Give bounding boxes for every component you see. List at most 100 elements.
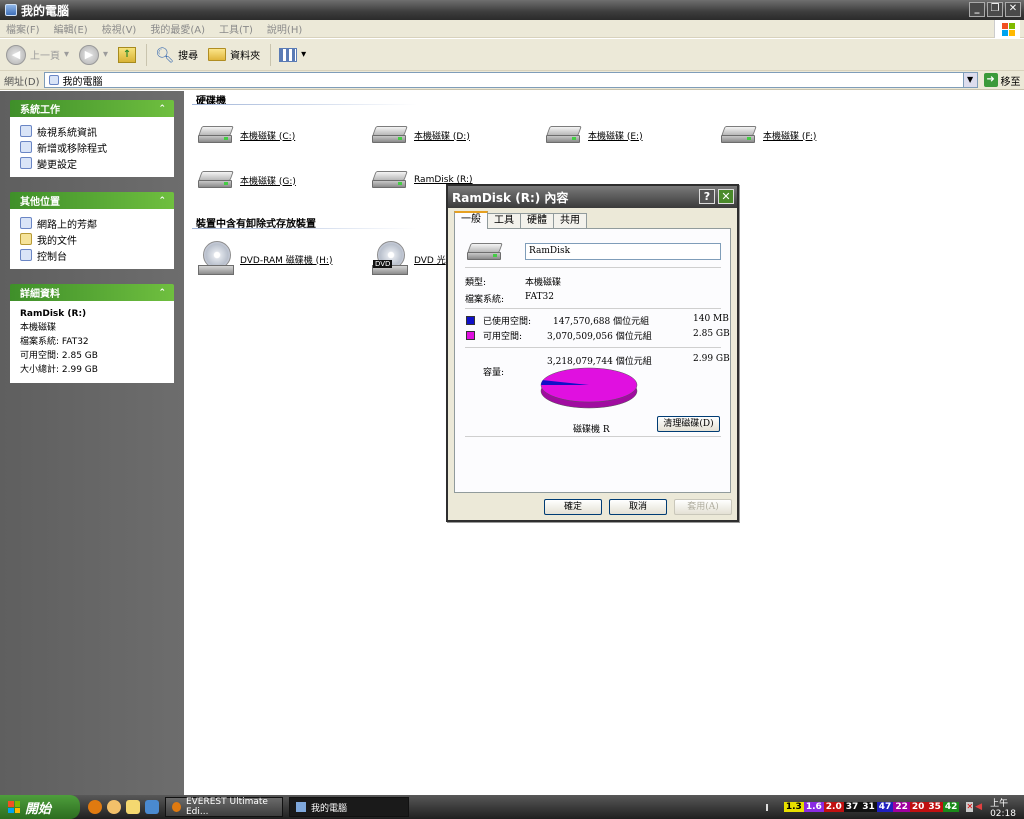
- my-computer-icon: [48, 75, 59, 85]
- menu-edit[interactable]: 編輯(E): [54, 21, 88, 36]
- drive-g[interactable]: 本機磁碟 (G:): [198, 171, 296, 189]
- free-bytes: 3,070,509,056 個位元組: [547, 332, 652, 342]
- tab-sharing[interactable]: 共用: [553, 213, 587, 229]
- forward-button[interactable]: ▶ ▾: [79, 44, 109, 65]
- taskbar-button-my-computer[interactable]: 我的電腦: [289, 797, 409, 817]
- place-my-documents[interactable]: 我的文件: [20, 231, 166, 247]
- back-button[interactable]: ◀ 上一頁 ▾: [6, 44, 69, 65]
- app-icon[interactable]: [145, 800, 159, 814]
- place-control-panel[interactable]: 控制台: [20, 247, 166, 263]
- place-network[interactable]: 網路上的芳鄰: [20, 215, 166, 231]
- minimize-button[interactable]: _: [969, 2, 985, 17]
- restore-button[interactable]: ❐: [987, 2, 1003, 17]
- folders-button[interactable]: 資料夾: [208, 47, 260, 62]
- section-divider: [192, 104, 417, 105]
- address-dropdown-icon[interactable]: ▼: [962, 73, 977, 87]
- task-add-remove-programs[interactable]: 新增或移除程式: [20, 139, 166, 155]
- folders-label: 資料夾: [230, 51, 261, 62]
- folder-icon: [208, 48, 227, 61]
- free-size: 2.85 GB: [693, 329, 730, 339]
- menu-file[interactable]: 檔案(F): [6, 21, 40, 36]
- drive-dvd[interactable]: DVD DVD 光: [372, 241, 446, 277]
- details-total: 大小總計: 2.99 GB: [20, 365, 98, 375]
- help-button[interactable]: ?: [699, 189, 715, 204]
- drive-label: 本機磁碟 (G:): [240, 176, 296, 187]
- drive-d[interactable]: 本機磁碟 (D:): [372, 126, 470, 144]
- system-tasks-header[interactable]: 系統工作 ⌃: [10, 100, 174, 117]
- drive-label: 本機磁碟 (F:): [763, 131, 817, 142]
- task-pane: 系統工作 ⌃ 檢視系統資訊 新增或移除程式 變更設定 其他位置 ⌃ 網路上的芳鄰…: [0, 91, 184, 795]
- dvd-tag: DVD: [373, 260, 393, 268]
- used-color-swatch: [466, 316, 475, 325]
- divider: [465, 347, 721, 348]
- toolbar: ◀ 上一頁 ▾ ▶ ▾ ↑ 🔍︎ 搜尋 資料夾 ▾: [0, 39, 1024, 71]
- dialog-title: RamDisk (R:) 內容: [452, 190, 569, 205]
- everest-icon: [172, 802, 181, 812]
- go-button[interactable]: ➜ 移至: [983, 73, 1021, 88]
- close-button[interactable]: ✕: [1005, 2, 1021, 17]
- dialog-close-button[interactable]: ✕: [718, 189, 734, 204]
- sensor-readout: 31: [860, 802, 877, 812]
- sensor-readout: 22: [893, 802, 910, 812]
- properties-dialog: RamDisk (R:) 內容 ? ✕ 一般 工具 硬體 共用 RamDisk …: [446, 184, 739, 522]
- menu-favorites[interactable]: 我的最愛(A): [150, 21, 205, 36]
- other-places-body: 網路上的芳鄰 我的文件 控制台: [10, 209, 174, 269]
- drive-e[interactable]: 本機磁碟 (E:): [546, 126, 643, 144]
- place-label: 網路上的芳鄰: [37, 219, 97, 231]
- menu-help[interactable]: 說明(H): [267, 21, 302, 36]
- tab-hardware[interactable]: 硬體: [520, 213, 554, 229]
- dvd-drive-icon: [198, 241, 234, 277]
- task-view-system-info[interactable]: 檢視系統資訊: [20, 123, 166, 139]
- tab-strip: 一般 工具 硬體 共用: [454, 211, 587, 229]
- window-controls: _ ❐ ✕: [969, 2, 1021, 17]
- everest-icon[interactable]: [107, 800, 121, 814]
- search-button[interactable]: 🔍︎ 搜尋: [155, 46, 198, 64]
- taskbar-button-everest[interactable]: EVEREST Ultimate Edi...: [165, 797, 283, 817]
- menu-view[interactable]: 檢視(V): [102, 21, 137, 36]
- volume-icon[interactable]: ◀: [975, 802, 982, 812]
- documents-icon: [20, 233, 32, 245]
- network-error-icon[interactable]: ✕: [966, 802, 974, 812]
- keyboard-icon[interactable]: [765, 803, 768, 811]
- type-value: 本機磁碟: [525, 278, 562, 288]
- settings-icon: [20, 157, 32, 169]
- drive-f[interactable]: 本機磁碟 (F:): [721, 126, 816, 144]
- window-title: 我的電腦: [21, 3, 70, 18]
- clock: 上午 02:18: [990, 798, 1016, 819]
- other-places-header[interactable]: 其他位置 ⌃: [10, 192, 174, 209]
- ok-button[interactable]: 確定: [544, 499, 602, 515]
- task-change-settings[interactable]: 變更設定: [20, 155, 166, 171]
- details-header[interactable]: 詳細資料 ⌃: [10, 284, 174, 301]
- disk-cleanup-button[interactable]: 清理磁碟(D): [657, 416, 720, 432]
- views-button[interactable]: ▾: [279, 47, 306, 62]
- address-input[interactable]: 我的電腦 ▼: [43, 72, 978, 88]
- collapse-chevron-icon[interactable]: ⌃: [158, 196, 166, 206]
- menu-tools[interactable]: 工具(T): [219, 21, 253, 36]
- capacity-label: 容量:: [483, 368, 505, 378]
- system-tasks-title: 系統工作: [20, 105, 60, 116]
- details-title: 詳細資料: [20, 289, 60, 300]
- folder-icon[interactable]: [126, 800, 140, 814]
- details-fs: 檔案系統: FAT32: [20, 337, 89, 347]
- volume-name-input[interactable]: RamDisk: [525, 243, 721, 260]
- windows-logo-icon: [994, 20, 1020, 38]
- start-button[interactable]: 開始: [0, 795, 80, 819]
- cancel-button[interactable]: 取消: [609, 499, 667, 515]
- tab-general[interactable]: 一般: [454, 211, 488, 229]
- sensor-readouts: 1.3 1.6 2.0 37 31 47 22 20 35 42: [783, 802, 960, 812]
- tab-tools[interactable]: 工具: [487, 213, 521, 229]
- system-tray: 1.3 1.6 2.0 37 31 47 22 20 35 42 ✕ ◀ 上午 02:18: [765, 795, 1024, 819]
- collapse-chevron-icon[interactable]: ⌃: [158, 288, 166, 298]
- apply-button[interactable]: 套用(A): [674, 499, 732, 515]
- info-icon[interactable]: [88, 800, 102, 814]
- capacity-size: 2.99 GB: [693, 354, 730, 364]
- taskbar: 開始 EVEREST Ultimate Edi... 我的電腦 1.3 1.6 2.…: [0, 795, 1024, 819]
- divider: [465, 436, 721, 437]
- up-folder-button[interactable]: ↑: [118, 46, 137, 63]
- drive-c[interactable]: 本機磁碟 (C:): [198, 126, 295, 144]
- drive-h[interactable]: DVD-RAM 磁碟機 (H:): [198, 241, 332, 277]
- forward-dropdown-icon: ▾: [103, 49, 109, 60]
- collapse-chevron-icon[interactable]: ⌃: [158, 104, 166, 114]
- dialog-title-bar[interactable]: RamDisk (R:) 內容: [448, 186, 737, 208]
- address-label: 網址(D): [4, 76, 40, 88]
